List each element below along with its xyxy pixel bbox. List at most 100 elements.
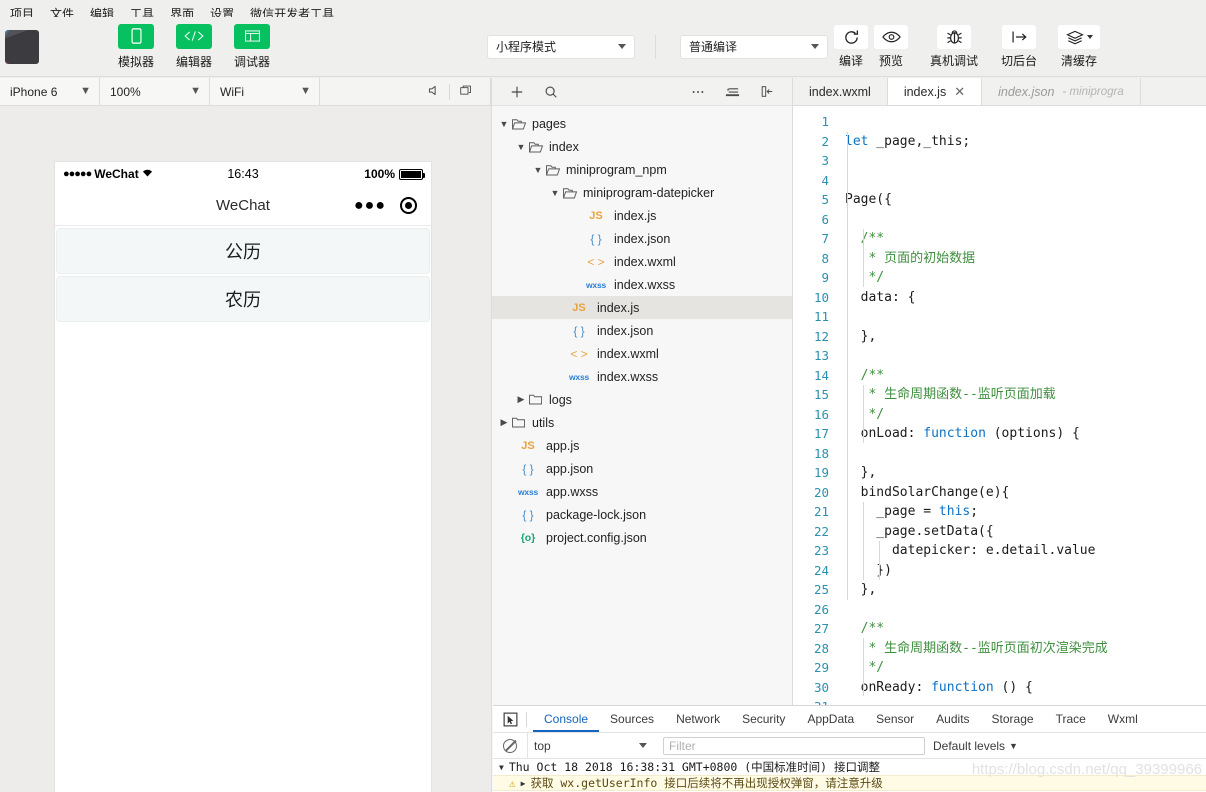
tree-folder-row[interactable]: ▶ logs	[492, 388, 792, 411]
zoom-select[interactable]: 100% ▼	[100, 78, 210, 105]
devtools-tab-sensor[interactable]: Sensor	[865, 706, 925, 732]
chevron-down-icon[interactable]: ▼	[498, 119, 510, 129]
devtools-tab-sources[interactable]: Sources	[599, 706, 665, 732]
code-token: function	[923, 426, 986, 441]
code-token: bindSolarChange(e){	[845, 484, 1010, 500]
picker-row-0[interactable]: 公历	[56, 228, 430, 274]
line-number: 3	[821, 153, 829, 168]
expander-closed-icon[interactable]: ▶	[521, 779, 526, 788]
line-number: 4	[821, 172, 829, 188]
mode-select[interactable]: 小程序模式	[487, 34, 635, 59]
chevron-down-icon[interactable]: ▼	[549, 188, 561, 198]
toggle-debugger[interactable]: 调试器	[229, 23, 275, 70]
tree-folder-row[interactable]: ▼ pages	[492, 112, 792, 135]
toggle-label: 模拟器	[117, 54, 154, 69]
indent-guide	[863, 502, 864, 580]
toolbar-button-background[interactable]: 切后台	[995, 25, 1043, 69]
sort-icon[interactable]	[715, 86, 750, 98]
device-select[interactable]: iPhone 6 ▼	[0, 78, 100, 105]
compile-select[interactable]: 普通编译	[680, 34, 828, 59]
editor-tab-1[interactable]: index.js ✕	[887, 78, 983, 105]
user-avatar[interactable]	[5, 29, 39, 64]
devtools-tab-security[interactable]: Security	[731, 706, 796, 732]
network-select[interactable]: WiFi ▼	[210, 78, 320, 105]
more-dots-icon[interactable]: ●●●	[354, 197, 386, 214]
tree-file-row[interactable]: { } index.json	[492, 319, 792, 342]
chevron-right-icon[interactable]: ▶	[515, 394, 527, 405]
chevron-down-icon[interactable]: ▼	[515, 142, 527, 152]
code-line: },	[845, 327, 1206, 347]
indent-guide	[863, 638, 864, 696]
menu-item-3[interactable]: 工具	[122, 7, 162, 17]
file-type-icon-js: JS	[521, 439, 535, 452]
devtools-tab-audits[interactable]: Audits	[925, 706, 980, 732]
tree-item-label: utils	[532, 415, 555, 430]
tree-file-row[interactable]: wxss index.wxss	[492, 273, 792, 296]
tree-file-row[interactable]: { } index.json	[492, 227, 792, 250]
toolbar-button-bug[interactable]: 真机调试	[930, 25, 978, 69]
tree-file-row[interactable]: { } package-lock.json	[492, 503, 792, 526]
devtools-tab-wxml[interactable]: Wxml	[1097, 706, 1149, 732]
devtools-tabs: Console Sources Network Security AppData Sens…	[533, 706, 1149, 732]
tree-folder-row[interactable]: ▼ miniprogram-datepicker	[492, 181, 792, 204]
menu-item-0[interactable]: 项目	[2, 7, 42, 17]
toggle-code[interactable]: 编辑器	[171, 23, 217, 70]
code-content[interactable]: let _page,_this; Page({ /** * 页面的初始数据 */…	[837, 106, 1206, 769]
tree-file-row[interactable]: {o} project.config.json	[492, 526, 792, 549]
collapse-panel-icon[interactable]	[750, 85, 784, 98]
chevron-down-icon[interactable]: ▼	[532, 165, 544, 175]
devtools-panel: Console Sources Network Security AppData Sens…	[493, 705, 1206, 792]
console-message-warning[interactable]: ⚠ ▶ 获取 wx.getUserInfo 接口后续将不再出现授权弹窗，请注意升级	[493, 775, 1206, 791]
devtools-tab-console[interactable]: Console	[533, 706, 599, 732]
devtools-tab-storage[interactable]: Storage	[981, 706, 1045, 732]
speaker-icon[interactable]	[418, 84, 449, 100]
editor-tab-0[interactable]: index.wxml	[793, 78, 888, 105]
tree-file-row[interactable]: JS index.js	[492, 204, 792, 227]
code-line: },	[845, 463, 1206, 483]
devtools-tab-appdata[interactable]: AppData	[796, 706, 865, 732]
devtools-tab-trace[interactable]: Trace	[1045, 706, 1097, 732]
tree-file-row[interactable]: JS index.js	[492, 296, 792, 319]
target-icon[interactable]	[400, 197, 417, 214]
clear-console-icon[interactable]	[503, 738, 517, 753]
tree-file-row[interactable]: { } app.json	[492, 457, 792, 480]
warning-icon: ⚠	[509, 776, 516, 790]
file-tree-pane: ▼ pages ▼ index ▼ miniprogram_npm ▼ miniprogram…	[492, 78, 793, 792]
code-editor[interactable]: 1 2 3 4 5 6 7 8 9 10 11 12 13 14 15 16 17 18 19 20 21 22 23 24 2…	[793, 106, 1206, 769]
close-icon[interactable]: ✕	[954, 84, 965, 100]
tree-file-row[interactable]: wxss app.wxss	[492, 480, 792, 503]
menu-item-4[interactable]: 界面	[162, 7, 202, 17]
detach-window-icon[interactable]	[450, 84, 482, 100]
console-message-info[interactable]: ▼ Thu Oct 18 2018 16:38:31 GMT+0800 (中国标准…	[493, 759, 1206, 775]
console-filter-input[interactable]: Filter	[663, 736, 925, 755]
tree-file-row[interactable]: < > index.wxml	[492, 342, 792, 365]
menu-item-2[interactable]: 编辑	[82, 7, 122, 17]
tree-file-row[interactable]: < > index.wxml	[492, 250, 792, 273]
tree-folder-row[interactable]: ▶ utils	[492, 411, 792, 434]
phone-frame: ●●●●● WeChat 16:43 100% WeChat ●●● 公历 农历	[55, 162, 431, 792]
code-line: Page({	[845, 190, 1206, 210]
ellipsis-icon[interactable]	[681, 89, 715, 95]
tree-folder-row[interactable]: ▼ index	[492, 135, 792, 158]
plus-icon[interactable]	[500, 85, 534, 99]
devtools-tab-network[interactable]: Network	[665, 706, 731, 732]
toolbar-button-layers[interactable]: 清缓存	[1055, 25, 1103, 69]
tree-folder-row[interactable]: ▼ miniprogram_npm	[492, 158, 792, 181]
console-context-select[interactable]: top	[527, 733, 655, 758]
toggle-phone[interactable]: 模拟器	[113, 23, 159, 70]
console-levels-select[interactable]: Default levels ▼	[933, 739, 1018, 753]
tree-file-row[interactable]: JS app.js	[492, 434, 792, 457]
search-icon[interactable]	[534, 85, 568, 99]
menu-item-6[interactable]: 微信开发者工具	[242, 7, 342, 17]
picker-row-1[interactable]: 农历	[56, 276, 430, 322]
tree-file-row[interactable]: wxss index.wxss	[492, 365, 792, 388]
toggle-label: 编辑器	[175, 54, 212, 69]
inspect-element-icon[interactable]	[493, 712, 526, 727]
menu-item-5[interactable]: 设置	[202, 7, 242, 17]
menu-item-1[interactable]: 文件	[42, 7, 82, 17]
expander-open-icon[interactable]: ▼	[499, 763, 504, 772]
toolbar-button-eye[interactable]: 预览	[867, 25, 915, 69]
chevron-right-icon[interactable]: ▶	[498, 417, 510, 428]
editor-tab-2[interactable]: index.json - miniprogra	[982, 78, 1141, 105]
